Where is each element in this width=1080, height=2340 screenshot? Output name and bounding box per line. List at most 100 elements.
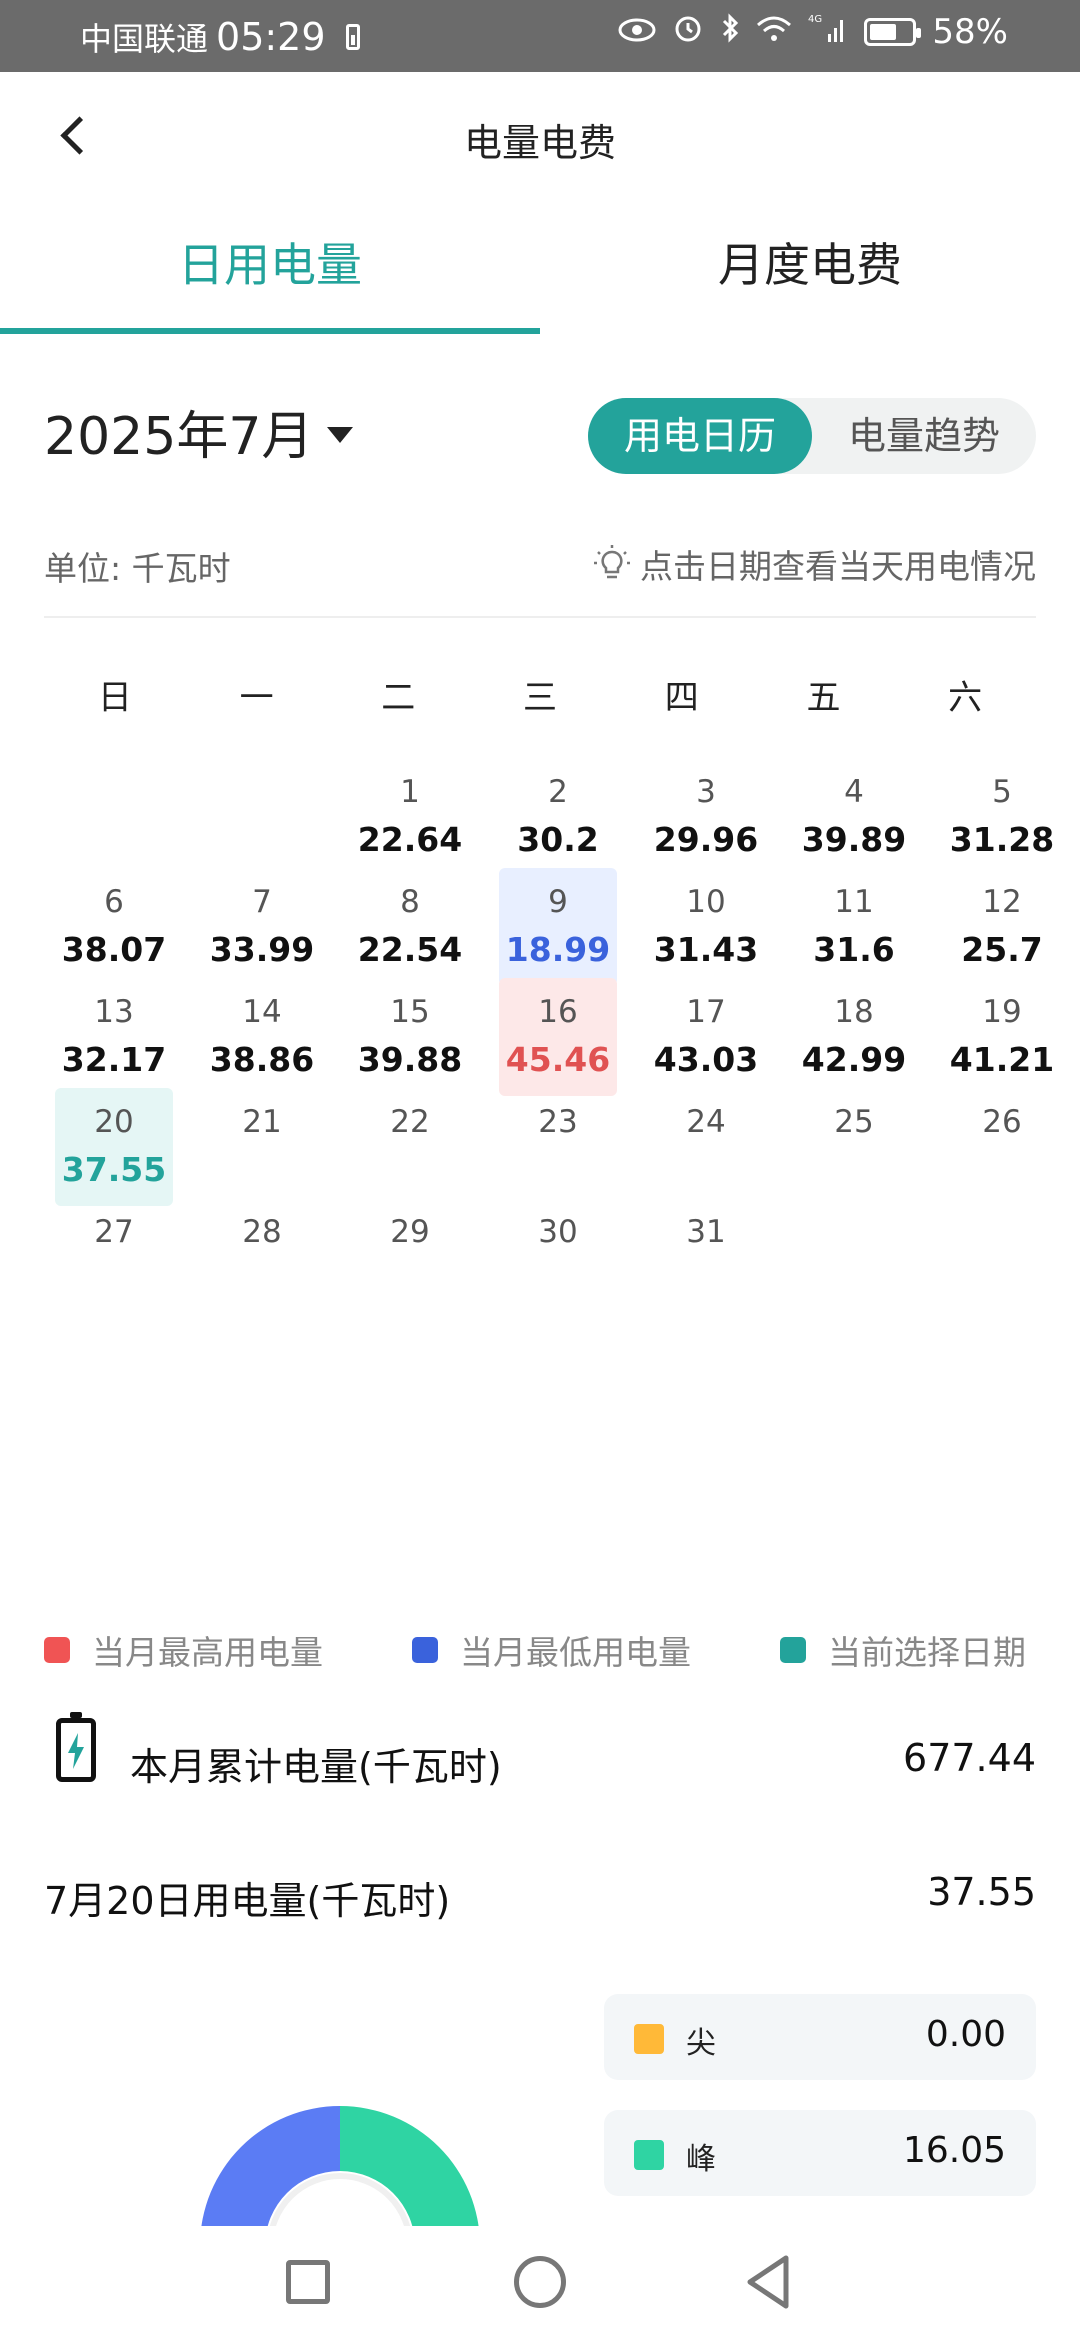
calendar-day-21[interactable]: 21 [203,1088,321,1206]
calendar-day-20[interactable]: 20 37.55 [55,1088,173,1206]
divider [44,616,1036,618]
nav-back-button[interactable] [744,2254,794,2310]
weekday-tue: 二 [381,678,416,718]
day-number: 10 [686,884,726,920]
calendar-day-7[interactable]: 7 33.99 [203,868,321,986]
period-card-sharp: 尖 0.00 [604,1994,1036,2080]
toggle-trend-view[interactable]: 电量趋势 [812,398,1036,474]
daily-usage-row: 7月20日用电量(千瓦时) 37.55 [44,1862,1036,1932]
period-name: 峰 [686,2142,716,2177]
calendar-day-27[interactable]: 27 [55,1198,173,1316]
monthly-total-value: 677.44 [903,1736,1036,1780]
day-usage-value: 25.7 [961,930,1043,969]
calendar-day-23[interactable]: 23 [499,1088,617,1206]
day-usage-value: 43.03 [653,1040,759,1079]
day-number: 24 [686,1104,726,1140]
day-number: 8 [400,884,420,920]
calendar-day-6[interactable]: 6 38.07 [55,868,173,986]
day-usage-value: 37.55 [61,1150,167,1189]
calendar-day-19[interactable]: 19 41.21 [943,978,1061,1096]
legend-selected: 当前选择日期 [780,1626,1026,1674]
day-number: 4 [844,774,864,810]
legend-label: 当前选择日期 [828,1633,1026,1672]
day-number: 6 [104,884,124,920]
day-number: 12 [982,884,1022,920]
calendar-day-4[interactable]: 4 39.89 [795,758,913,876]
bluetooth-icon [720,12,740,52]
day-number: 26 [982,1104,1022,1140]
battery-icon [864,18,922,46]
calendar-day-8[interactable]: 8 22.54 [351,868,469,986]
calendar-day-5[interactable]: 5 31.28 [943,758,1061,876]
day-number: 27 [94,1214,134,1250]
day-number: 21 [242,1104,282,1140]
calendar-day-12[interactable]: 12 25.7 [943,868,1061,986]
calendar-day-9[interactable]: 9 18.99 [499,868,617,986]
calendar-day-29[interactable]: 29 [351,1198,469,1316]
daily-usage-label: 7月20日用电量(千瓦时) [44,1879,451,1923]
calendar-day-28[interactable]: 28 [203,1198,321,1316]
period-swatch [634,2140,664,2170]
day-usage-value: 41.21 [949,1040,1055,1079]
alarm-icon [672,12,704,52]
period-swatch [634,2024,664,2054]
calendar-day-31[interactable]: 31 [647,1198,765,1316]
period-card-peak: 峰 16.05 [604,2110,1036,2196]
calendar-day-26[interactable]: 26 [943,1088,1061,1206]
day-usage-value: 38.07 [61,930,167,969]
unit-label: 单位: 千瓦时 [44,549,231,588]
tab-monthly-bill[interactable]: 月度电费 [540,210,1080,338]
calendar-day-25[interactable]: 25 [795,1088,913,1206]
calendar-day-1[interactable]: 1 22.64 [351,758,469,876]
day-usage-value: 22.64 [357,820,463,859]
day-number: 18 [834,994,874,1030]
toggle-calendar-view[interactable]: 用电日历 [588,398,812,474]
monthly-total-row: 本月累计电量(千瓦时) 677.44 [44,1712,1036,1798]
legend-highest: 当月最高用电量 [44,1626,323,1674]
legend-swatch [44,1637,70,1663]
day-usage-value: 45.46 [505,1040,611,1079]
status-right: 4G 58% [618,12,1008,52]
lightbulb-icon [592,544,632,584]
active-tab-indicator [0,328,540,334]
day-number: 13 [94,994,134,1030]
calendar-day-13[interactable]: 13 32.17 [55,978,173,1096]
calendar-day-2[interactable]: 2 30.2 [499,758,617,876]
app-header: 电量电费 [0,72,1080,210]
weekday-mon: 一 [239,678,274,718]
weekday-header: 日 一 二 三 四 五 六 [44,670,1036,720]
calendar-day-22[interactable]: 22 [351,1088,469,1206]
calendar-day-30[interactable]: 30 [499,1198,617,1316]
recents-button[interactable] [286,2260,330,2304]
monthly-total-label: 本月累计电量(千瓦时) [130,1745,502,1789]
day-number: 14 [242,994,282,1030]
month-selector[interactable]: 2025年7月 [44,394,354,469]
calendar-day-24[interactable]: 24 [647,1088,765,1206]
day-usage-value: 22.54 [357,930,463,969]
calendar-day-14[interactable]: 14 38.86 [203,978,321,1096]
calendar-day-10[interactable]: 10 31.43 [647,868,765,986]
calendar-day-17[interactable]: 17 43.03 [647,978,765,1096]
day-usage-value: 31.28 [949,820,1055,859]
home-button[interactable] [514,2256,566,2308]
day-number: 22 [390,1104,430,1140]
status-left: 中国联通 05:29 [80,14,360,60]
day-number: 15 [390,994,430,1030]
day-number: 31 [686,1214,726,1250]
hint-label: 点击日期查看当天用电情况 [640,547,1036,586]
eye-icon [618,13,656,51]
calendar-day-3[interactable]: 3 29.96 [647,758,765,876]
usage-donut-chart [190,2096,490,2226]
calendar-day-16[interactable]: 16 45.46 [499,978,617,1096]
calendar-day-18[interactable]: 18 42.99 [795,978,913,1096]
view-toggle: 用电日历 电量趋势 [588,398,1036,474]
day-number: 17 [686,994,726,1030]
calendar-day-15[interactable]: 15 39.88 [351,978,469,1096]
period-name: 尖 [686,2026,716,2061]
day-number: 23 [538,1104,578,1140]
day-usage-value: 39.89 [801,820,907,859]
legend-label: 当月最高用电量 [92,1633,323,1672]
tab-daily-usage[interactable]: 日用电量 [0,210,540,338]
day-usage-value: 32.17 [61,1040,167,1079]
calendar-day-11[interactable]: 11 31.6 [795,868,913,986]
